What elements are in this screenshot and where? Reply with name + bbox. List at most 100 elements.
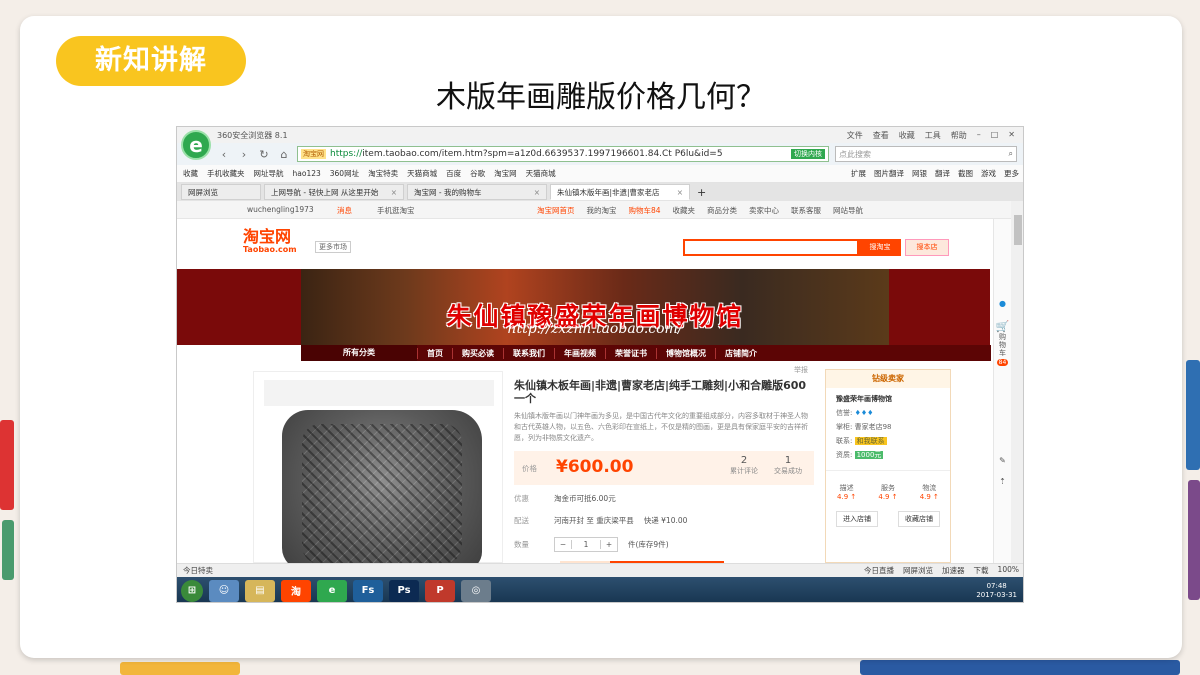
- toolbar-item[interactable]: 图片翻译: [874, 168, 904, 179]
- taskbar-app-icon[interactable]: e: [317, 579, 347, 602]
- maximize-icon[interactable]: □: [991, 130, 999, 141]
- search-taobao-button[interactable]: 搜淘宝: [859, 239, 901, 256]
- taobao-search-input[interactable]: [683, 239, 859, 256]
- accelerator-link[interactable]: 加速器: [942, 565, 965, 576]
- favorite-store-button[interactable]: 收藏店铺: [898, 511, 940, 527]
- service-link[interactable]: 联系客服: [791, 205, 821, 216]
- site-nav-link[interactable]: 网站导航: [833, 205, 863, 216]
- product-gallery[interactable]: [253, 371, 503, 563]
- keeper-name[interactable]: 曹家老店98: [855, 423, 892, 431]
- user-avatar-icon[interactable]: ●: [994, 299, 1011, 308]
- live-link[interactable]: 今日直播: [864, 565, 894, 576]
- search-store-button[interactable]: 搜本店: [905, 239, 949, 256]
- back-to-top-icon[interactable]: ⇡: [994, 477, 1011, 486]
- menu-favorites[interactable]: 收藏: [899, 130, 915, 141]
- screen-browse-link[interactable]: 网屏浏览: [903, 565, 933, 576]
- bookmark-item[interactable]: 淘宝特卖: [368, 168, 398, 179]
- toolbar-item[interactable]: 更多: [1004, 168, 1019, 179]
- bookmark-item[interactable]: 手机收藏夹: [207, 168, 245, 179]
- taskbar-app-icon[interactable]: ◎: [461, 579, 491, 602]
- shop-nav-item[interactable]: 购买必读: [452, 347, 503, 359]
- address-url[interactable]: https://item.taobao.com/item.htm?spm=a1z…: [330, 149, 723, 159]
- categories-link[interactable]: 商品分类: [707, 205, 737, 216]
- refresh-icon[interactable]: ↻: [257, 148, 271, 161]
- system-clock[interactable]: 07:48 2017-03-31: [976, 582, 1023, 600]
- taskbar-app-icon[interactable]: 淘: [281, 579, 311, 602]
- tab[interactable]: 淘宝网 - 我的购物车 ×: [407, 184, 547, 200]
- contact-button[interactable]: 和我联系: [854, 437, 887, 445]
- menu-view[interactable]: 查看: [873, 130, 889, 141]
- toolbar-item[interactable]: 截图: [958, 168, 973, 179]
- shop-nav-item[interactable]: 联系我们: [503, 347, 554, 359]
- pen-icon[interactable]: ✎: [994, 456, 1011, 465]
- bookmark-item[interactable]: 天猫商城: [526, 168, 556, 179]
- kernel-switch-button[interactable]: 切换内核: [791, 149, 825, 159]
- increase-icon[interactable]: +: [601, 540, 617, 549]
- bookmark-item[interactable]: hao123: [293, 169, 321, 178]
- enter-store-button[interactable]: 进入店铺: [836, 511, 878, 527]
- favorites-link[interactable]: 收藏夹: [673, 205, 696, 216]
- seller-center-link[interactable]: 卖家中心: [749, 205, 779, 216]
- close-icon[interactable]: ✕: [1008, 130, 1015, 141]
- tab-close-icon[interactable]: ×: [677, 188, 683, 197]
- report-link[interactable]: 举报: [794, 365, 808, 375]
- shipping-fee[interactable]: 快递 ¥10.00: [644, 515, 688, 526]
- cart-sidebar-label[interactable]: 购物车: [999, 333, 1007, 357]
- toolbar-item[interactable]: 游戏: [981, 168, 996, 179]
- taobao-logo[interactable]: 淘宝网 Taobao.com: [243, 229, 297, 255]
- toolbar-item[interactable]: 扩展: [851, 168, 866, 179]
- cart-link[interactable]: 购物车84: [629, 205, 661, 216]
- taobao-home-link[interactable]: 淘宝网首页: [537, 205, 575, 216]
- shipping-route[interactable]: 河南开封 至 重庆梁平县: [554, 515, 634, 526]
- bookmark-item[interactable]: 网址导航: [254, 168, 284, 179]
- tab-active[interactable]: 朱仙镇木版年画|非遗|曹家老店 ×: [550, 184, 690, 200]
- message-link[interactable]: 消息: [337, 205, 352, 216]
- shop-nav-item[interactable]: 首页: [417, 347, 452, 359]
- shop-nav-item[interactable]: 店铺简介: [715, 347, 766, 359]
- tab-close-icon[interactable]: ×: [534, 188, 540, 197]
- taskbar-app-icon[interactable]: Fs: [353, 579, 383, 602]
- seller-name[interactable]: 豫盛荣年画博物馆: [826, 388, 950, 406]
- start-button[interactable]: ⊞: [181, 579, 203, 602]
- scrollbar-thumb[interactable]: [1014, 215, 1022, 245]
- decrease-icon[interactable]: −: [555, 540, 571, 549]
- taskbar-app-icon[interactable]: P: [425, 579, 455, 602]
- toolbar-item[interactable]: 翻译: [935, 168, 950, 179]
- download-link[interactable]: 下载: [974, 565, 989, 576]
- new-tab-icon[interactable]: +: [693, 186, 706, 199]
- today-deals-link[interactable]: 今日特卖: [183, 565, 213, 576]
- shop-nav-all-categories[interactable]: 所有分类: [301, 345, 417, 361]
- cart-icon[interactable]: 🛒: [994, 320, 1011, 333]
- address-bar[interactable]: 淘宝网 https://item.taobao.com/item.htm?spm…: [297, 146, 829, 162]
- search-icon[interactable]: ⌕: [1009, 149, 1013, 159]
- zoom-level[interactable]: 100%: [998, 565, 1019, 576]
- forward-icon[interactable]: ›: [237, 148, 251, 161]
- my-taobao-link[interactable]: 我的淘宝: [587, 205, 617, 216]
- shop-nav-item[interactable]: 年画视频: [554, 347, 605, 359]
- tab[interactable]: 网屏浏览: [181, 184, 261, 200]
- bookmark-item[interactable]: 收藏: [183, 168, 198, 179]
- toolbar-item[interactable]: 网银: [912, 168, 927, 179]
- deals-stat[interactable]: 1 交易成功: [766, 455, 810, 476]
- quantity-stepper[interactable]: − 1 +: [554, 537, 618, 552]
- back-icon[interactable]: ‹: [217, 148, 231, 161]
- tab[interactable]: 上网导航 - 轻快上网 从这里开始 ×: [264, 184, 404, 200]
- tab-close-icon[interactable]: ×: [391, 188, 397, 197]
- home-icon[interactable]: ⌂: [277, 148, 291, 161]
- bookmark-item[interactable]: 淘宝网: [494, 168, 517, 179]
- quantity-value[interactable]: 1: [571, 540, 601, 549]
- menu-tools[interactable]: 工具: [925, 130, 941, 141]
- bookmark-item[interactable]: 谷歌: [470, 168, 485, 179]
- bookmark-item[interactable]: 360网址: [330, 168, 359, 179]
- browser-search-input[interactable]: 点此搜索 ⌕: [835, 146, 1017, 162]
- shop-nav-item[interactable]: 荣誉证书: [605, 347, 656, 359]
- user-name[interactable]: wuchengling1973: [247, 205, 314, 214]
- reviews-stat[interactable]: 2 累计评论: [722, 455, 766, 476]
- taskbar-app-icon[interactable]: ☺: [209, 579, 239, 602]
- more-market-dropdown[interactable]: 更多市场: [315, 241, 351, 253]
- minimize-icon[interactable]: –: [977, 130, 981, 141]
- taskbar-app-icon[interactable]: Ps: [389, 579, 419, 602]
- bookmark-item[interactable]: 天猫商城: [407, 168, 437, 179]
- mobile-link[interactable]: 手机逛淘宝: [377, 205, 415, 216]
- bookmark-item[interactable]: 百度: [446, 168, 461, 179]
